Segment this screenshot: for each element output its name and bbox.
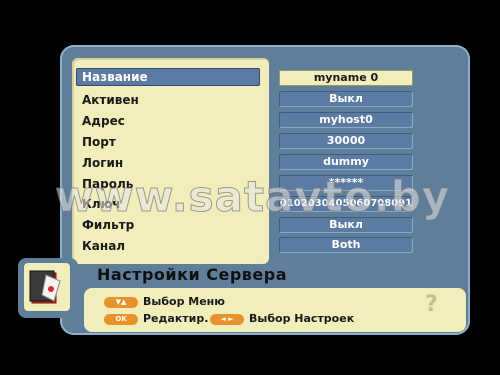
- row-label-active[interactable]: Активен: [82, 91, 139, 109]
- port-value[interactable]: 30000: [279, 133, 413, 149]
- row-label-login[interactable]: Логин: [82, 154, 123, 172]
- login-value[interactable]: dummy: [279, 154, 413, 170]
- leftright-key-icon: ◄ ►: [210, 314, 244, 325]
- channel-value[interactable]: Both: [279, 237, 413, 253]
- ok-help-label: Редактир.: [143, 312, 209, 325]
- ok-key-icon: OK: [104, 314, 138, 325]
- updown-key-icon: ▼▲: [104, 297, 138, 308]
- address-value[interactable]: myhost0: [279, 112, 413, 128]
- row-label-port[interactable]: Порт: [82, 133, 116, 151]
- active-value[interactable]: Выкл: [279, 91, 413, 107]
- row-label-channel[interactable]: Канал: [82, 237, 125, 255]
- help-panel: [84, 288, 466, 332]
- row-label-name[interactable]: Название: [76, 68, 260, 86]
- leftright-help-label: Выбор Настроек: [249, 312, 355, 325]
- watermark-text: www.satavto.by: [54, 172, 451, 222]
- help-question-icon[interactable]: ?: [425, 292, 438, 317]
- updown-help-label: Выбор Меню: [143, 295, 225, 308]
- screen-title: Настройки Сервера: [97, 265, 288, 284]
- settings-book-icon: [24, 263, 70, 311]
- name-value[interactable]: myname 0: [279, 70, 413, 86]
- row-label-address[interactable]: Адрес: [82, 112, 125, 130]
